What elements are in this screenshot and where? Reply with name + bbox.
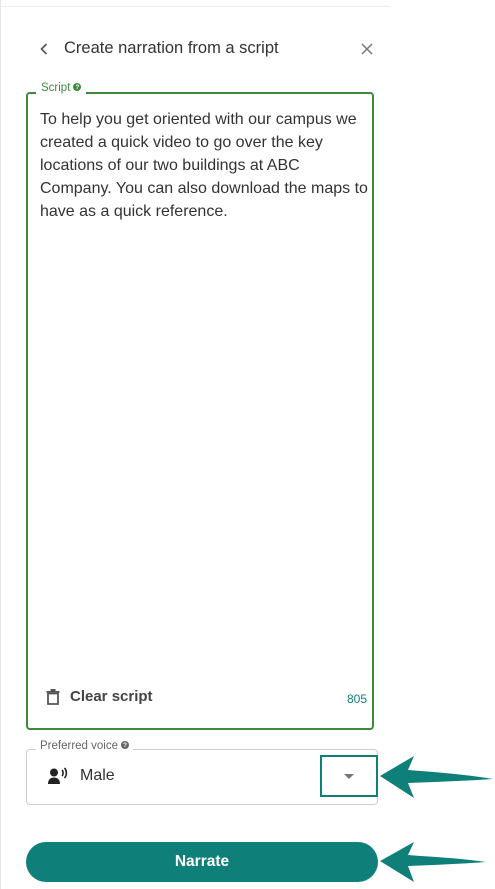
voice-person-icon (48, 767, 68, 784)
back-button[interactable] (36, 36, 52, 62)
voice-help-icon[interactable]: ? (120, 741, 129, 749)
script-field-label: Script ? (36, 82, 87, 94)
voice-label-text: Preferred voice (40, 740, 118, 752)
panel-header: Create narration from a script (36, 36, 386, 62)
panel-left-border (0, 0, 1, 889)
close-icon (361, 43, 373, 55)
narrate-button[interactable]: Narrate (26, 842, 378, 882)
script-help-icon[interactable]: ? (73, 83, 82, 91)
arrow-annotation-narrate (380, 842, 486, 882)
chevron-left-icon (40, 43, 48, 55)
script-label-text: Script (41, 82, 71, 94)
panel-title: Create narration from a script (64, 39, 279, 57)
script-text[interactable]: To help you get oriented with our campus… (40, 108, 374, 223)
voice-selected-label: Male (80, 767, 115, 784)
panel-top-border (0, 6, 390, 7)
character-count: 805 (347, 692, 368, 706)
voice-field-label: Preferred voice ? (36, 740, 133, 752)
clear-script-label: Clear script (70, 688, 153, 705)
close-button[interactable] (358, 36, 376, 62)
clear-script-button[interactable]: Clear script (46, 688, 153, 705)
chevron-down-icon (344, 773, 354, 779)
voice-selected-value: Male (48, 767, 115, 785)
voice-dropdown-toggle[interactable] (320, 755, 378, 797)
arrow-annotation-dropdown (380, 756, 493, 798)
trash-icon (46, 688, 60, 705)
